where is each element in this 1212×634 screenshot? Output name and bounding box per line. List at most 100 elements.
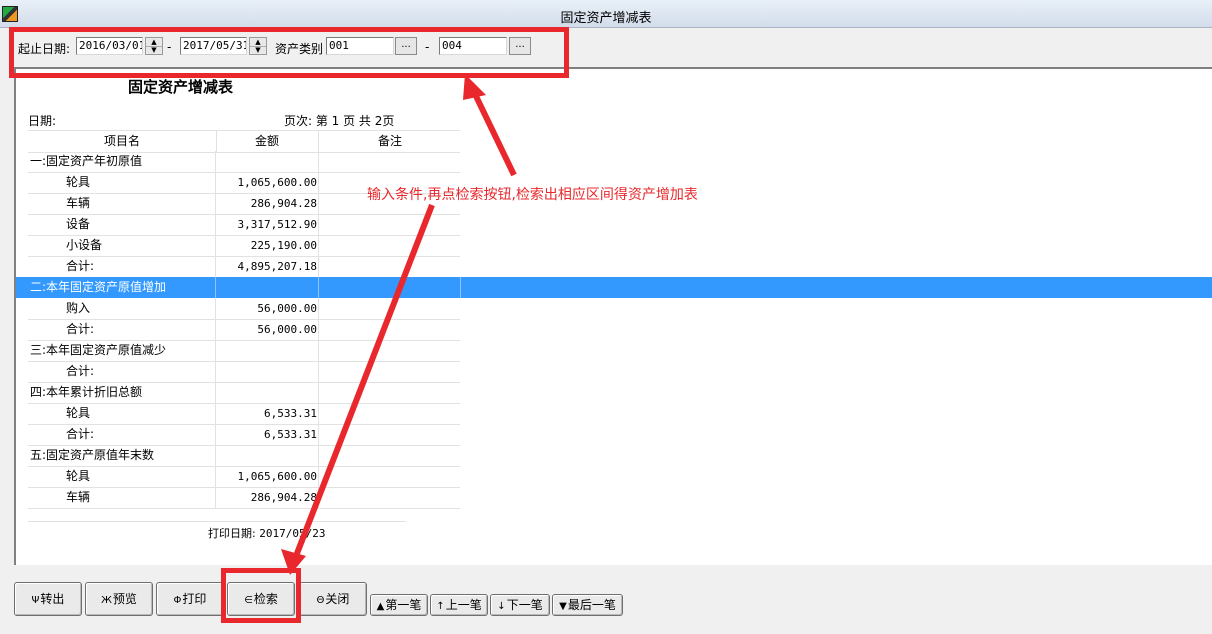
cell-amount: 225,190.00 <box>217 235 319 256</box>
preview-label: 预览 <box>112 592 137 606</box>
close-button[interactable]: Θ关闭 <box>299 582 367 616</box>
cell-amount: 3,317,512.90 <box>217 214 319 235</box>
category-label: 资产类别 <box>275 42 324 56</box>
cell-amount: 1,065,600.00 <box>217 466 319 487</box>
cell-item-name: 轮具 <box>28 403 216 424</box>
table-row[interactable]: 合计: 6,533.31 <box>28 424 460 446</box>
cell-amount <box>217 277 319 298</box>
cell-note <box>320 361 460 382</box>
cell-item-name: 车辆 <box>28 487 216 508</box>
table-row[interactable]: 三:本年固定资产原值减少 <box>28 340 460 362</box>
next-record-icon: ↓ <box>497 601 506 612</box>
cell-amount: 6,533.31 <box>217 403 319 424</box>
cell-note <box>320 151 460 172</box>
cell-note <box>320 382 460 403</box>
table-row[interactable]: 设备 3,317,512.90 <box>28 214 460 236</box>
prev-record-icon: ↑ <box>436 601 445 612</box>
cell-item-name: 小设备 <box>28 235 216 256</box>
cell-amount: 286,904.28 <box>217 193 319 214</box>
search-button[interactable]: ∈检索 <box>227 582 295 616</box>
cell-amount <box>217 340 319 361</box>
print-button[interactable]: Φ打印 <box>156 582 224 616</box>
date-to-input[interactable]: 2017/05/31 <box>180 37 247 55</box>
cell-item-name: 设备 <box>28 214 216 235</box>
table-row[interactable]: 轮具 6,533.31 <box>28 403 460 425</box>
cell-note <box>320 298 460 319</box>
table-row[interactable]: 五:固定资产原值年末数 <box>28 445 460 467</box>
first-record-button[interactable]: ▲第一笔 <box>370 594 428 616</box>
cell-amount: 6,533.31 <box>217 424 319 445</box>
title-bar: 固定资产增减表 <box>0 0 1212 28</box>
cell-amount: 4,895,207.18 <box>217 256 319 277</box>
spin-down-icon[interactable]: ▼ <box>146 46 162 54</box>
cell-item-name: 合计: <box>28 256 216 277</box>
cell-item-name: 车辆 <box>28 193 216 214</box>
table-row[interactable]: 购入 56,000.00 <box>28 298 460 320</box>
table-row[interactable]: 四:本年累计折旧总额 <box>28 382 460 404</box>
cell-note <box>320 277 461 298</box>
report-date-label: 日期: <box>28 114 57 128</box>
cell-item-name: 五:固定资产原值年末数 <box>28 445 216 466</box>
category-to-input[interactable]: 004 <box>439 37 507 55</box>
report-title: 固定资产增减表 <box>128 78 234 96</box>
filter-bar: 起止日期: 2016/03/01 ▲ ▼ - 2017/05/31 ▲ ▼ 资产… <box>0 28 1212 66</box>
cell-amount <box>217 361 319 382</box>
report-footer-divider <box>28 521 406 522</box>
last-record-button[interactable]: ▼最后一笔 <box>552 594 623 616</box>
cell-item-name: 四:本年累计折旧总额 <box>28 382 216 403</box>
cell-note <box>320 235 460 256</box>
cell-item-name: 合计: <box>28 424 216 445</box>
preview-button[interactable]: Ж预览 <box>85 582 153 616</box>
cell-item-name: 合计: <box>28 319 216 340</box>
cell-item-name: 二:本年固定资产原值增加 <box>28 277 216 298</box>
next-record-button[interactable]: ↓下一笔 <box>490 594 550 616</box>
date-from-spinner[interactable]: ▲ ▼ <box>145 37 163 55</box>
cell-note <box>320 445 460 466</box>
cell-amount: 1,065,600.00 <box>217 172 319 193</box>
table-row[interactable]: 二:本年固定资产原值增加 <box>16 277 1212 298</box>
last-record-icon: ▼ <box>559 601 567 612</box>
table-row[interactable]: 轮具 1,065,600.00 <box>28 466 460 488</box>
cell-note <box>320 424 460 445</box>
close-icon: Θ <box>316 595 325 606</box>
cell-amount <box>217 382 319 403</box>
category-from-input[interactable]: 001 <box>326 37 394 55</box>
date-range-label: 起止日期: <box>18 42 71 56</box>
column-header-item: 项目名 <box>28 131 217 152</box>
print-label: 打印 <box>182 592 207 606</box>
table-row[interactable]: 车辆 286,904.28 <box>28 487 460 509</box>
table-row[interactable]: 一:固定资产年初原值 <box>28 151 460 173</box>
print-date: 打印日期: 2017/05/23 <box>208 525 325 541</box>
cell-amount: 286,904.28 <box>217 487 319 508</box>
table-row[interactable]: 合计: <box>28 361 460 383</box>
table-row[interactable]: 合计: 56,000.00 <box>28 319 460 341</box>
category-range-separator: - <box>425 40 430 54</box>
cell-amount <box>217 151 319 172</box>
annotation-text: 输入条件,再点检索按钮,检索出相应区间得资产增加表 <box>367 187 698 203</box>
cell-note <box>320 214 460 235</box>
cell-item-name: 轮具 <box>28 466 216 487</box>
report-page-info: 页次: 第 1 页 共 2页 <box>284 114 395 128</box>
prev-record-button[interactable]: ↑上一笔 <box>430 594 488 616</box>
cell-item-name: 轮具 <box>28 172 216 193</box>
export-button[interactable]: Ψ转出 <box>14 582 82 616</box>
date-from-input[interactable]: 2016/03/01 <box>76 37 143 55</box>
date-range-separator: - <box>167 40 172 54</box>
table-row[interactable]: 合计: 4,895,207.18 <box>28 256 460 278</box>
table-row[interactable]: 小设备 225,190.00 <box>28 235 460 257</box>
cell-item-name: 一:固定资产年初原值 <box>28 151 216 172</box>
spin-down-icon[interactable]: ▼ <box>250 46 266 54</box>
category-from-browse-button[interactable]: ... <box>395 37 417 55</box>
table-header: 项目名 金额 备注 <box>28 130 460 153</box>
search-icon: ∈ <box>244 595 253 606</box>
date-to-spinner[interactable]: ▲ ▼ <box>249 37 267 55</box>
window-title: 固定资产增减表 <box>560 11 652 26</box>
cell-note <box>320 487 460 508</box>
print-date-label: 打印日期: <box>208 527 256 540</box>
cell-note <box>320 340 460 361</box>
preview-icon: Ж <box>101 595 112 606</box>
cell-note <box>320 256 460 277</box>
next-record-label: 下一笔 <box>506 598 543 612</box>
export-label: 转出 <box>40 592 65 606</box>
category-to-browse-button[interactable]: ... <box>509 37 531 55</box>
